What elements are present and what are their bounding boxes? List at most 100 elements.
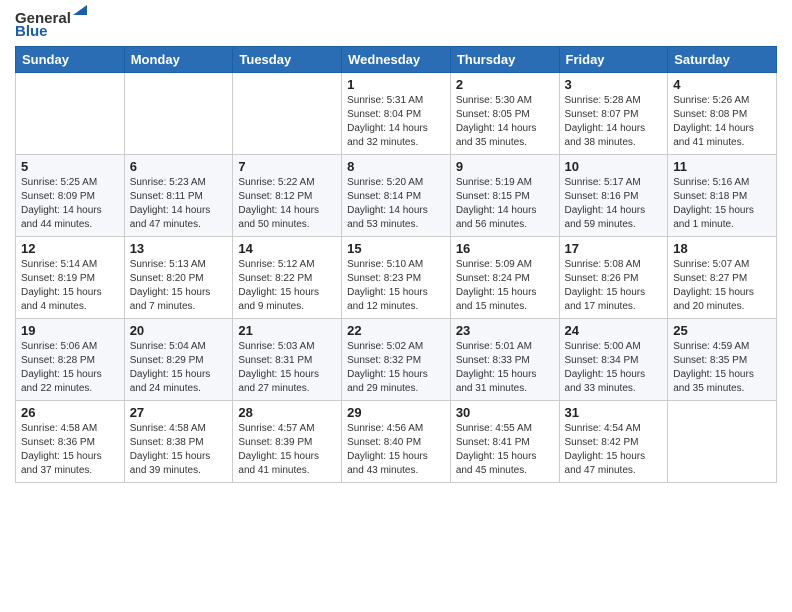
day-number: 19: [21, 323, 119, 338]
day-info: Sunrise: 4:54 AMSunset: 8:42 PMDaylight:…: [565, 422, 663, 478]
weekday-header-sunday: Sunday: [16, 47, 125, 73]
day-number: 5: [21, 159, 119, 174]
calendar-cell: 9 Sunrise: 5:19 AMSunset: 8:15 PMDaylight…: [450, 155, 559, 237]
week-row-1: 1 Sunrise: 5:31 AMSunset: 8:04 PMDaylight…: [16, 73, 777, 155]
calendar-cell: 16 Sunrise: 5:09 AMSunset: 8:24 PMDayligh…: [450, 237, 559, 319]
weekday-header-monday: Monday: [124, 47, 233, 73]
day-info: Sunrise: 5:19 AMSunset: 8:15 PMDaylight:…: [456, 176, 554, 232]
day-number: 7: [238, 159, 336, 174]
day-number: 9: [456, 159, 554, 174]
day-number: 29: [347, 405, 445, 420]
day-number: 3: [565, 77, 663, 92]
calendar-cell: 5Sunrise: 5:25 AMSunset: 8:09 PMDaylight…: [16, 155, 125, 237]
day-info: Sunrise: 4:55 AMSunset: 8:41 PMDaylight:…: [456, 422, 554, 478]
week-row-3: 12 Sunrise: 5:14 AMSunset: 8:19 PMDayligh…: [16, 237, 777, 319]
day-info: Sunrise: 5:03 AMSunset: 8:31 PMDaylight:…: [238, 340, 336, 396]
weekday-header-row: SundayMondayTuesdayWednesdayThursdayFrid…: [16, 47, 777, 73]
day-number: 23: [456, 323, 554, 338]
day-number: 18: [673, 241, 771, 256]
calendar-cell: 25 Sunrise: 4:59 AMSunset: 8:35 PMDayligh…: [668, 319, 777, 401]
calendar-cell: 19Sunrise: 5:06 AMSunset: 8:28 PMDayligh…: [16, 319, 125, 401]
day-number: 30: [456, 405, 554, 420]
day-info: Sunrise: 4:58 AMSunset: 8:38 PMDaylight:…: [130, 422, 228, 478]
calendar-cell: 27 Sunrise: 4:58 AMSunset: 8:38 PMDayligh…: [124, 401, 233, 483]
week-row-4: 19Sunrise: 5:06 AMSunset: 8:28 PMDayligh…: [16, 319, 777, 401]
calendar-cell: 15 Sunrise: 5:10 AMSunset: 8:23 PMDayligh…: [342, 237, 451, 319]
calendar-cell: 17 Sunrise: 5:08 AMSunset: 8:26 PMDayligh…: [559, 237, 668, 319]
day-info: Sunrise: 5:17 AMSunset: 8:16 PMDaylight:…: [565, 176, 663, 232]
calendar-cell: 31 Sunrise: 4:54 AMSunset: 8:42 PMDayligh…: [559, 401, 668, 483]
day-number: 20: [130, 323, 228, 338]
day-number: 31: [565, 405, 663, 420]
calendar-cell: 30 Sunrise: 4:55 AMSunset: 8:41 PMDayligh…: [450, 401, 559, 483]
day-info: Sunrise: 5:09 AMSunset: 8:24 PMDaylight:…: [456, 258, 554, 314]
calendar-cell: [668, 401, 777, 483]
day-number: 15: [347, 241, 445, 256]
logo: General Blue: [15, 10, 93, 40]
calendar-cell: 14 Sunrise: 5:12 AMSunset: 8:22 PMDayligh…: [233, 237, 342, 319]
day-info: Sunrise: 5:07 AMSunset: 8:27 PMDaylight:…: [673, 258, 771, 314]
day-number: 1: [347, 77, 445, 92]
day-number: 6: [130, 159, 228, 174]
day-number: 27: [130, 405, 228, 420]
calendar-cell: 29 Sunrise: 4:56 AMSunset: 8:40 PMDayligh…: [342, 401, 451, 483]
header: General Blue: [15, 10, 777, 40]
day-info: Sunrise: 5:01 AMSunset: 8:33 PMDaylight:…: [456, 340, 554, 396]
day-number: 2: [456, 77, 554, 92]
day-info: Sunrise: 5:31 AMSunset: 8:04 PMDaylight:…: [347, 94, 445, 150]
day-number: 26: [21, 405, 119, 420]
calendar-cell: 8Sunrise: 5:20 AMSunset: 8:14 PMDaylight…: [342, 155, 451, 237]
day-info: Sunrise: 4:57 AMSunset: 8:39 PMDaylight:…: [238, 422, 336, 478]
day-number: 25: [673, 323, 771, 338]
day-number: 12: [21, 241, 119, 256]
day-info: Sunrise: 5:12 AMSunset: 8:22 PMDaylight:…: [238, 258, 336, 314]
day-number: 10: [565, 159, 663, 174]
day-number: 8: [347, 159, 445, 174]
day-number: 4: [673, 77, 771, 92]
calendar-cell: 26 Sunrise: 4:58 AMSunset: 8:36 PMDayligh…: [16, 401, 125, 483]
week-row-2: 5Sunrise: 5:25 AMSunset: 8:09 PMDaylight…: [16, 155, 777, 237]
calendar-cell: 20 Sunrise: 5:04 AMSunset: 8:29 PMDayligh…: [124, 319, 233, 401]
day-info: Sunrise: 5:02 AMSunset: 8:32 PMDaylight:…: [347, 340, 445, 396]
day-number: 14: [238, 241, 336, 256]
calendar-cell: 13 Sunrise: 5:13 AMSunset: 8:20 PMDayligh…: [124, 237, 233, 319]
calendar-cell: 1 Sunrise: 5:31 AMSunset: 8:04 PMDaylight…: [342, 73, 451, 155]
day-info: Sunrise: 5:13 AMSunset: 8:20 PMDaylight:…: [130, 258, 228, 314]
calendar-cell: [124, 73, 233, 155]
weekday-header-saturday: Saturday: [668, 47, 777, 73]
calendar-cell: 6 Sunrise: 5:23 AMSunset: 8:11 PMDaylight…: [124, 155, 233, 237]
day-number: 21: [238, 323, 336, 338]
day-number: 28: [238, 405, 336, 420]
calendar-cell: 11Sunrise: 5:16 AMSunset: 8:18 PMDayligh…: [668, 155, 777, 237]
day-info: Sunrise: 5:00 AMSunset: 8:34 PMDaylight:…: [565, 340, 663, 396]
calendar-cell: 10 Sunrise: 5:17 AMSunset: 8:16 PMDayligh…: [559, 155, 668, 237]
day-number: 16: [456, 241, 554, 256]
day-info: Sunrise: 5:08 AMSunset: 8:26 PMDaylight:…: [565, 258, 663, 314]
calendar-cell: 4 Sunrise: 5:26 AMSunset: 8:08 PMDaylight…: [668, 73, 777, 155]
weekday-header-wednesday: Wednesday: [342, 47, 451, 73]
weekday-header-tuesday: Tuesday: [233, 47, 342, 73]
calendar-cell: 24Sunrise: 5:00 AMSunset: 8:34 PMDayligh…: [559, 319, 668, 401]
day-info: Sunrise: 4:59 AMSunset: 8:35 PMDaylight:…: [673, 340, 771, 396]
calendar-cell: 3Sunrise: 5:28 AMSunset: 8:07 PMDaylight…: [559, 73, 668, 155]
calendar-cell: 28 Sunrise: 4:57 AMSunset: 8:39 PMDayligh…: [233, 401, 342, 483]
day-info: Sunrise: 5:26 AMSunset: 8:08 PMDaylight:…: [673, 94, 771, 150]
page-container: General Blue SundayMondayTuesdayWednesda…: [0, 0, 792, 493]
day-info: Sunrise: 5:22 AMSunset: 8:12 PMDaylight:…: [238, 176, 336, 232]
day-number: 17: [565, 241, 663, 256]
day-number: 13: [130, 241, 228, 256]
day-info: Sunrise: 5:04 AMSunset: 8:29 PMDaylight:…: [130, 340, 228, 396]
day-number: 22: [347, 323, 445, 338]
day-info: Sunrise: 4:58 AMSunset: 8:36 PMDaylight:…: [21, 422, 119, 478]
calendar-cell: [16, 73, 125, 155]
day-info: Sunrise: 5:23 AMSunset: 8:11 PMDaylight:…: [130, 176, 228, 232]
weekday-header-thursday: Thursday: [450, 47, 559, 73]
day-number: 11: [673, 159, 771, 174]
calendar-cell: 21 Sunrise: 5:03 AMSunset: 8:31 PMDayligh…: [233, 319, 342, 401]
day-info: Sunrise: 4:56 AMSunset: 8:40 PMDaylight:…: [347, 422, 445, 478]
calendar-cell: 7 Sunrise: 5:22 AMSunset: 8:12 PMDaylight…: [233, 155, 342, 237]
day-info: Sunrise: 5:14 AMSunset: 8:19 PMDaylight:…: [21, 258, 119, 314]
calendar-cell: 12 Sunrise: 5:14 AMSunset: 8:19 PMDayligh…: [16, 237, 125, 319]
day-info: Sunrise: 5:10 AMSunset: 8:23 PMDaylight:…: [347, 258, 445, 314]
calendar-table: SundayMondayTuesdayWednesdayThursdayFrid…: [15, 46, 777, 483]
